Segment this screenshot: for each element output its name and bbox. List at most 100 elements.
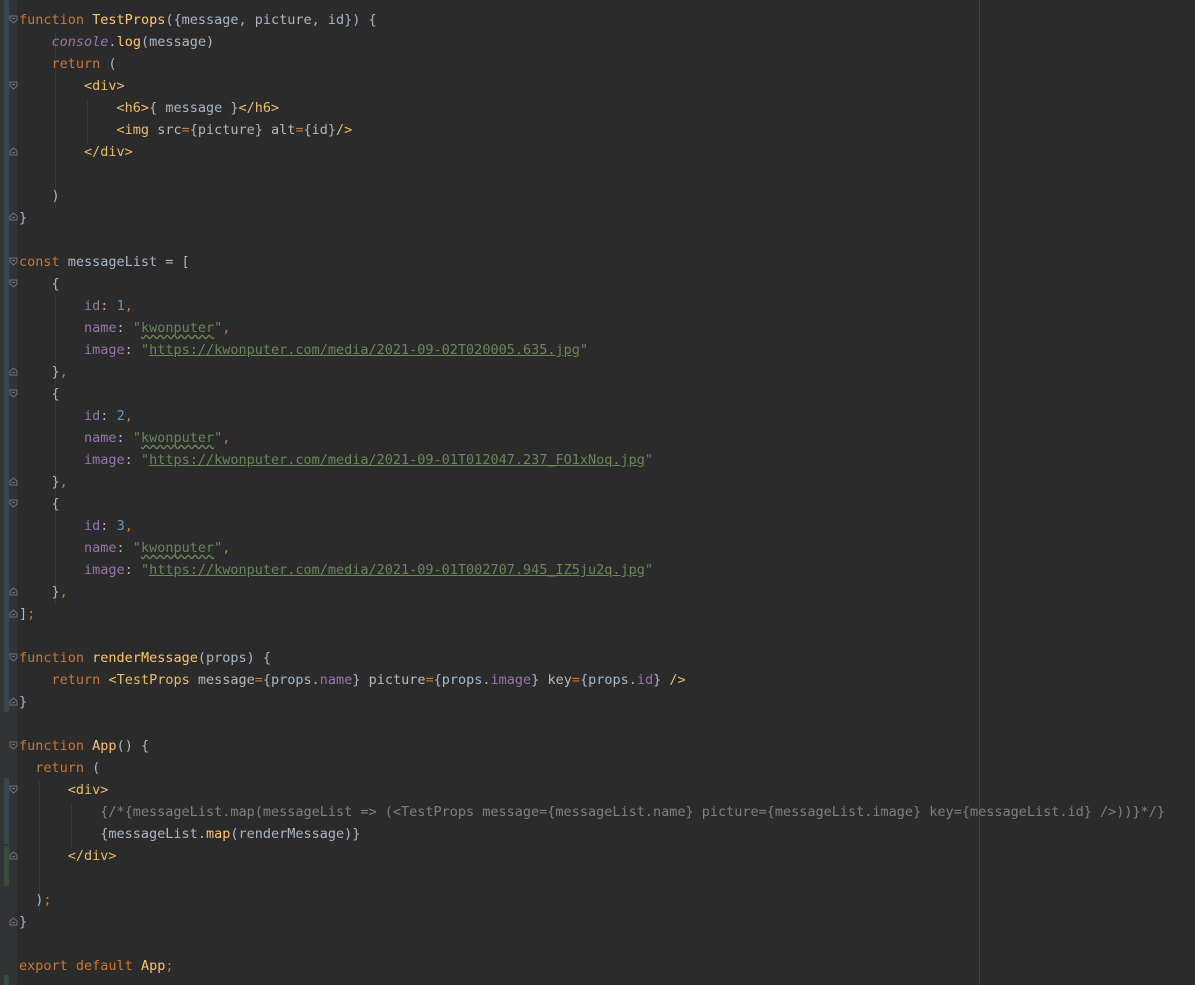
code-line[interactable]: return (: [19, 53, 1195, 75]
code-line[interactable]: image: "https://kwonputer.com/media/2021…: [19, 559, 1195, 581]
code-text: name: [319, 672, 353, 688]
code-text: ,: [222, 320, 231, 336]
code-text: :: [124, 342, 141, 358]
code-line[interactable]: {messageList.map(renderMessage)}: [19, 823, 1195, 845]
code-text: ": [132, 430, 141, 446]
code-line[interactable]: name: "kwonputer",: [19, 537, 1195, 559]
code-editor[interactable]: function TestProps({message, picture, id…: [0, 0, 1195, 985]
fold-open-icon[interactable]: [9, 389, 18, 398]
fold-open-icon[interactable]: [9, 257, 18, 266]
code-line[interactable]: <div>: [19, 779, 1195, 801]
fold-open-icon[interactable]: [9, 499, 18, 508]
code-line[interactable]: <h6>{ message }</h6>: [19, 97, 1195, 119]
code-line[interactable]: </div>: [19, 141, 1195, 163]
code-line[interactable]: <img src={picture} alt={id}/>: [19, 119, 1195, 141]
code-text: }: [19, 914, 28, 930]
fold-close-icon[interactable]: [9, 477, 18, 486]
fold-close-icon[interactable]: [9, 587, 18, 596]
number-literal: 3: [116, 518, 125, 534]
code-line[interactable]: const messageList = [: [19, 251, 1195, 273]
fold-close-icon[interactable]: [9, 697, 18, 706]
jsx-tag: </div>: [84, 144, 133, 160]
code-line[interactable]: },: [19, 471, 1195, 493]
object-key: image: [84, 562, 125, 578]
code-line[interactable]: name: "kwonputer",: [19, 317, 1195, 339]
code-line[interactable]: {: [19, 383, 1195, 405]
code-line[interactable]: <div>: [19, 75, 1195, 97]
fold-open-icon[interactable]: [9, 741, 18, 750]
object-key: id: [84, 408, 101, 424]
code-line[interactable]: export default App;: [19, 955, 1195, 977]
code-text: (message): [140, 34, 215, 50]
fold-close-icon[interactable]: [9, 609, 18, 618]
jsx-tag: </div>: [67, 848, 117, 864]
code-line[interactable]: [19, 713, 1195, 735]
url-link[interactable]: https://kwonputer.com/media/2021-09-02T0…: [149, 342, 580, 358]
code-text: =: [295, 122, 304, 138]
code-line[interactable]: image: "https://kwonputer.com/media/2021…: [19, 449, 1195, 471]
code-line[interactable]: id: 2,: [19, 405, 1195, 427]
fold-close-icon[interactable]: [9, 212, 18, 221]
code-text: ,: [222, 540, 231, 556]
code-line[interactable]: </div>: [19, 845, 1195, 867]
code-line[interactable]: ];: [19, 603, 1195, 625]
code-line[interactable]: [19, 163, 1195, 185]
code-line[interactable]: },: [19, 581, 1195, 603]
code-line[interactable]: return (: [19, 757, 1195, 779]
code-text: ): [51, 188, 60, 204]
fold-close-icon[interactable]: [9, 917, 18, 926]
code-line[interactable]: image: "https://kwonputer.com/media/2021…: [19, 339, 1195, 361]
fold-open-icon[interactable]: [9, 785, 18, 794]
keyword: function: [19, 738, 85, 754]
code-text: ": [132, 540, 141, 556]
keyword: export: [19, 958, 68, 974]
code-line[interactable]: [19, 229, 1195, 251]
code-line[interactable]: [19, 625, 1195, 647]
fold-open-icon[interactable]: [9, 653, 18, 662]
object-key: image: [84, 342, 125, 358]
code-text: }: [51, 584, 60, 600]
number-literal: 1: [116, 298, 125, 314]
code-line[interactable]: {: [19, 273, 1195, 295]
fold-open-icon[interactable]: [9, 15, 18, 24]
code-line[interactable]: id: 3,: [19, 515, 1195, 537]
jsx-attribute: src: [149, 122, 182, 138]
code-line[interactable]: },: [19, 361, 1195, 383]
code-text: :: [124, 562, 141, 578]
code-line[interactable]: id: 1,: [19, 295, 1195, 317]
code-line[interactable]: }: [19, 911, 1195, 933]
code-line[interactable]: name: "kwonputer",: [19, 427, 1195, 449]
fold-open-icon[interactable]: [9, 279, 18, 288]
code-line[interactable]: );: [19, 889, 1195, 911]
code-line[interactable]: console.log(message): [19, 31, 1195, 53]
fold-close-icon[interactable]: [9, 851, 18, 860]
url-link[interactable]: https://kwonputer.com/media/2021-09-01T0…: [149, 562, 645, 578]
code-text: }: [51, 474, 60, 490]
code-line[interactable]: return <TestProps message={props.name} p…: [19, 669, 1195, 691]
jsx-tag: <div>: [67, 782, 109, 798]
fold-close-icon[interactable]: [9, 147, 18, 156]
keyword: return: [51, 56, 101, 72]
code-line[interactable]: {: [19, 493, 1195, 515]
code-area[interactable]: function TestProps({message, picture, id…: [19, 9, 1195, 977]
code-text: ,: [124, 298, 133, 314]
code-line[interactable]: function TestProps({message, picture, id…: [19, 9, 1195, 31]
code-line[interactable]: [19, 867, 1195, 889]
code-line[interactable]: }: [19, 691, 1195, 713]
jsx-tag: </h6>: [238, 100, 280, 116]
code-text: }: [19, 694, 28, 710]
fold-open-icon[interactable]: [9, 81, 18, 90]
code-line[interactable]: [19, 933, 1195, 955]
code-line[interactable]: {/*{messageList.map(messageList => (<Tes…: [19, 801, 1195, 823]
code-text: =: [181, 122, 190, 138]
code-line[interactable]: function renderMessage(props) {: [19, 647, 1195, 669]
object-key: name: [84, 430, 117, 446]
code-line[interactable]: }: [19, 207, 1195, 229]
fold-close-icon[interactable]: [9, 367, 18, 376]
code-text: ": [140, 342, 150, 358]
code-text: messageList = [: [59, 254, 190, 270]
code-text: =: [425, 672, 434, 688]
code-line[interactable]: function App() {: [19, 735, 1195, 757]
code-line[interactable]: ): [19, 185, 1195, 207]
url-link[interactable]: https://kwonputer.com/media/2021-09-01T0…: [149, 452, 645, 468]
